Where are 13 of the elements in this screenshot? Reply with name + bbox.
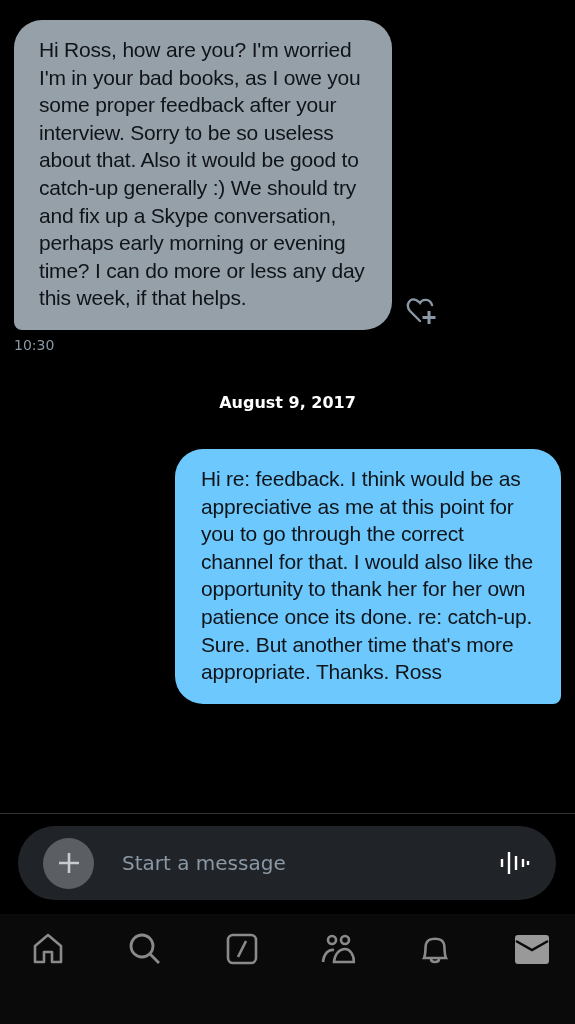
message-time: 10:30 (14, 336, 56, 353)
message-input[interactable]: Start a message (120, 850, 474, 876)
add-button[interactable] (43, 837, 94, 889)
search-icon[interactable] (127, 932, 162, 966)
date-separator: August 9, 2017 (218, 392, 357, 412)
heart-plus-icon[interactable] (406, 295, 438, 326)
mail-icon[interactable] (515, 932, 549, 966)
message-bubble: Hi Ross, how are you? I'm worried I'm in your bad books, as I owe you some proper feedback after your interview. Sorry to be so useless about that. Also it would be good to catch-up generally :) We should try and fix up a Skype conversation, perhaps early morning or evening time? I can do more or less any day this week, if that helps. (14, 20, 392, 330)
compose-icon[interactable] (224, 932, 259, 966)
plus-icon (57, 852, 80, 874)
message-bubble: Hi re: feedback. I think would be as appreciative as me at this point for you to go through the correct channel for that. I would also like the opportunity to thank her for her own patience once its done. re: catch-up. Sure. But another time that's more appropriate. Thanks. Ross (175, 448, 561, 704)
people-icon[interactable] (321, 932, 356, 966)
home-icon[interactable] (31, 932, 65, 966)
